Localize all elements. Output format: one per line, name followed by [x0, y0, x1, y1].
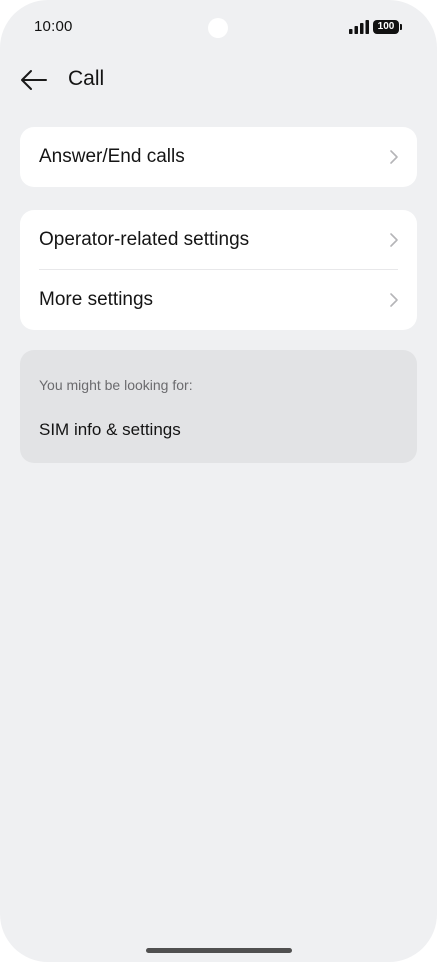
- suggestion-sim-info-link[interactable]: SIM info & settings: [39, 420, 181, 440]
- settings-group-answer: Answer/End calls: [20, 127, 417, 187]
- front-camera: [208, 18, 228, 38]
- battery-level: 100: [373, 20, 399, 34]
- signal-bars-icon: [349, 20, 369, 34]
- home-indicator[interactable]: [146, 948, 292, 953]
- phone-screen: 10:00 100 Call Answer/End calls Operator…: [0, 0, 437, 962]
- operator-related-settings-item[interactable]: Operator-related settings: [20, 210, 417, 270]
- operator-related-settings-label: Operator-related settings: [39, 229, 250, 250]
- arrow-left-icon: [21, 70, 47, 90]
- header: Call: [0, 58, 437, 102]
- status-bar: 10:00 100: [0, 0, 437, 56]
- answer-end-calls-label: Answer/End calls: [39, 146, 185, 167]
- battery-icon: 100: [373, 20, 403, 34]
- more-settings-label: More settings: [39, 289, 154, 310]
- back-button[interactable]: [16, 62, 52, 98]
- chevron-right-icon: [390, 293, 398, 307]
- status-time: 10:00: [34, 18, 73, 35]
- chevron-right-icon: [390, 233, 398, 247]
- answer-end-calls-item[interactable]: Answer/End calls: [20, 127, 417, 187]
- battery-tip: [400, 24, 402, 30]
- suggestions-card: You might be looking for: SIM info & set…: [20, 350, 417, 463]
- settings-group-operator: Operator-related settings More settings: [20, 210, 417, 330]
- suggestions-header: You might be looking for:: [39, 377, 193, 393]
- page-title: Call: [68, 67, 105, 90]
- more-settings-item[interactable]: More settings: [20, 270, 417, 330]
- chevron-right-icon: [390, 150, 398, 164]
